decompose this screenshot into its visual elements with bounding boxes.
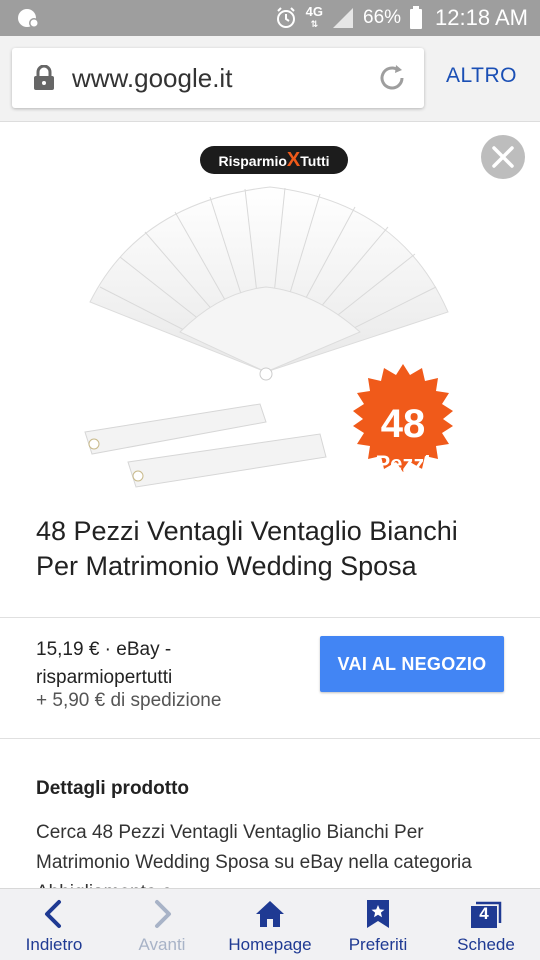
- clock: 12:18 AM: [435, 5, 528, 30]
- status-bar: 4G ⇅ 66% 12:18 AM: [0, 0, 540, 36]
- bookmark-icon: [367, 900, 389, 928]
- browser-toolbar: www.google.it ALTRO: [0, 36, 540, 122]
- more-menu-button[interactable]: ALTRO: [446, 64, 517, 88]
- nav-homepage[interactable]: Homepage: [216, 889, 324, 960]
- battery-percent: 66%: [363, 7, 402, 28]
- close-icon: [492, 146, 514, 168]
- close-button[interactable]: [481, 135, 525, 179]
- back-arrow-icon: [45, 900, 61, 928]
- tab-count: 4: [479, 904, 489, 923]
- forward-arrow-icon: [155, 900, 171, 928]
- nav-back[interactable]: Indietro: [0, 889, 108, 960]
- battery-icon: [410, 6, 423, 29]
- signal-icon: [333, 8, 354, 28]
- shipping-cost: + 5,90 € di spedizione: [36, 690, 222, 711]
- address-bar[interactable]: www.google.it: [12, 48, 424, 108]
- product-title: 48 Pezzi Ventagli Ventaglio Bianchi Per …: [36, 516, 458, 581]
- reload-icon[interactable]: [376, 62, 408, 94]
- alarm-icon: [276, 7, 295, 28]
- network-type: 4G ⇅: [305, 4, 324, 29]
- home-icon: [256, 901, 284, 927]
- lock-icon: [34, 65, 54, 90]
- details-heading: Dettagli prodotto: [36, 778, 190, 799]
- divider: [0, 738, 540, 739]
- nav-tabs[interactable]: 4 Schede: [432, 889, 540, 960]
- nav-forward[interactable]: Avanti: [108, 889, 216, 960]
- nav-bookmarks[interactable]: Preferiti: [324, 889, 432, 960]
- price-seller: 15,19 € · eBay - risparmiopertutti: [36, 639, 173, 688]
- bottom-navigation: Indietro Avanti Homepage Preferiti 4 Sch…: [0, 888, 540, 960]
- url-text: www.google.it: [72, 63, 233, 93]
- divider: [0, 617, 540, 618]
- brand-logo: RisparmioXTutti: [200, 146, 348, 174]
- go-to-store-button[interactable]: VAI AL NEGOZIO: [320, 636, 504, 692]
- product-image: RisparmioXTutti 48 Pezzi: [0, 122, 540, 500]
- badge-word: Pezzi: [375, 451, 431, 476]
- details-text: Cerca 48 Pezzi Ventagli Ventaglio Bianch…: [36, 822, 472, 890]
- notification-icon: [18, 9, 39, 28]
- badge-number: 48: [380, 402, 426, 446]
